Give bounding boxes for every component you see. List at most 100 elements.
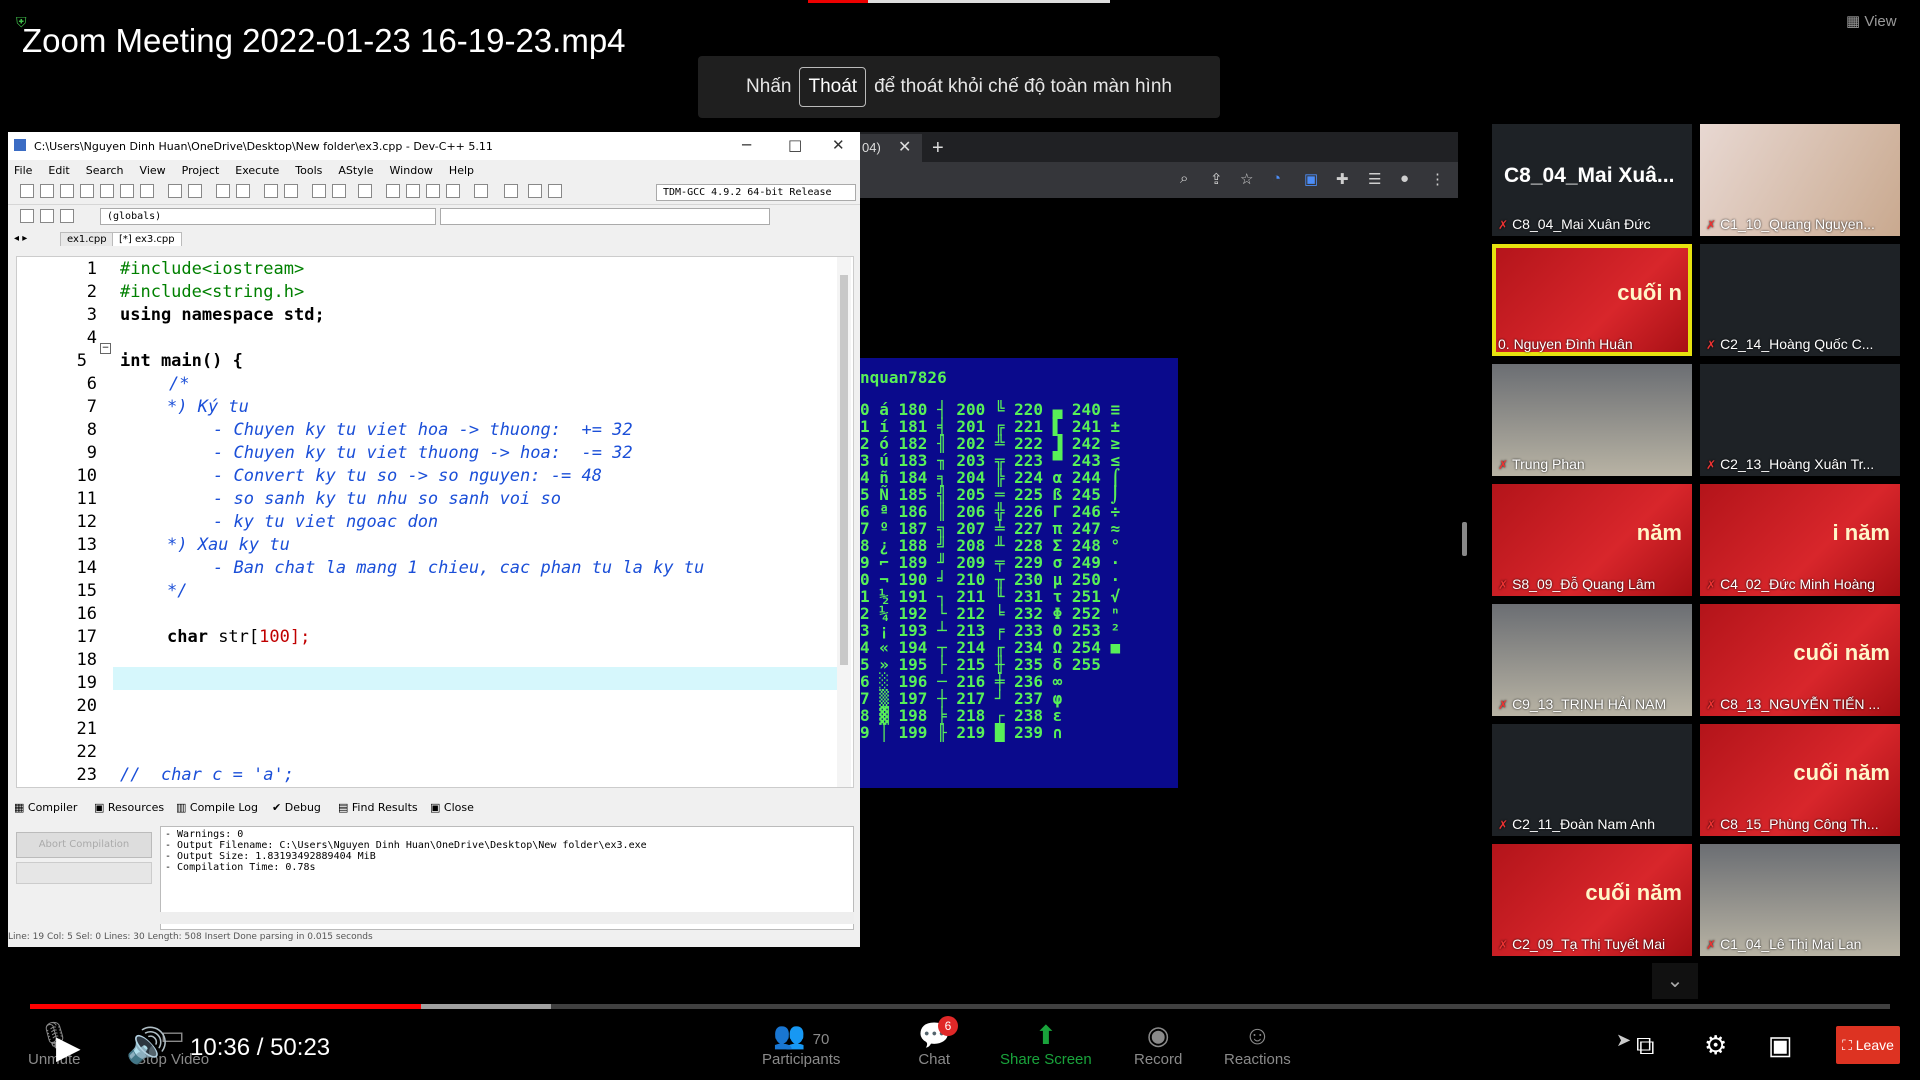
indent-icon[interactable] <box>264 184 278 198</box>
close-icon: ▣ <box>430 801 444 814</box>
tab-compile-log[interactable]: ▥ Compile Log <box>176 801 258 814</box>
tab-close[interactable]: ▣ Close <box>430 801 474 814</box>
share-icon[interactable]: ⇪ <box>1210 170 1223 188</box>
participants-button[interactable]: 👥 70 Participants <box>762 1020 840 1068</box>
translate-icon[interactable]: ▣ <box>1304 170 1318 188</box>
leave-button[interactable]: ⛶ Leave <box>1836 1026 1900 1064</box>
minimize-icon[interactable]: ─ <box>742 136 751 154</box>
close-file-icon[interactable] <box>100 184 114 198</box>
fold-toggle-icon[interactable]: − <box>100 343 111 354</box>
find-icon[interactable] <box>216 184 230 198</box>
chart-icon[interactable] <box>528 184 542 198</box>
more-icon[interactable]: ⋮ <box>1430 170 1445 188</box>
tiles-icon[interactable] <box>446 184 460 198</box>
participant-tile[interactable]: cuối năm ✗ C8_15_Phùng Công Th... <box>1700 724 1900 836</box>
participant-tile[interactable]: i năm ✗ C4_02_Đức Minh Hoàng <box>1700 484 1900 596</box>
new-tab-icon[interactable]: + <box>932 134 944 162</box>
menu-search[interactable]: Search <box>86 164 124 177</box>
menu-project[interactable]: Project <box>182 164 220 177</box>
participant-tile[interactable]: ✗ C1_10_Quang Nguyen... <box>1700 124 1900 236</box>
miniplayer-icon[interactable]: ▣ <box>1768 1030 1793 1061</box>
chevron-down-icon[interactable]: ⌄ <box>1652 963 1698 999</box>
insert-icon[interactable] <box>20 209 34 223</box>
abort-compilation-button[interactable]: Abort Compilation <box>16 832 152 858</box>
panels-icon[interactable] <box>426 184 440 198</box>
share-screen-button[interactable]: ⬆ Share Screen <box>1000 1020 1092 1068</box>
editor-scroll-thumb[interactable] <box>840 275 848 665</box>
close-all-icon[interactable] <box>120 184 134 198</box>
toggle-icon[interactable] <box>40 209 54 223</box>
tab-nav-arrows[interactable]: ◂ ▸ <box>14 233 27 244</box>
goto-icon[interactable] <box>60 209 74 223</box>
participant-tile[interactable]: ✗ C1_04_Lê Thị Mai Lan <box>1700 844 1900 956</box>
maximize-icon[interactable]: □ <box>788 136 802 154</box>
reactions-button[interactable]: ☺ Reactions <box>1224 1020 1291 1068</box>
window-titlebar[interactable]: C:\Users\Nguyen Dinh Huan\OneDrive\Deskt… <box>8 132 860 160</box>
view-button[interactable]: ▦ View <box>1846 12 1897 30</box>
menu-view[interactable]: View <box>140 164 166 177</box>
participant-tile[interactable]: ✗ C2_14_Hoàng Quốc C... <box>1700 244 1900 356</box>
print-icon[interactable] <box>140 184 154 198</box>
grid-icon[interactable] <box>386 184 400 198</box>
replace-icon[interactable] <box>236 184 250 198</box>
tab-ex3[interactable]: [*] ex3.cpp <box>112 232 182 246</box>
participant-tile[interactable]: ✗ C9_13_TRỊNH HẢI NAM <box>1492 604 1692 716</box>
menu-help[interactable]: Help <box>449 164 474 177</box>
star-icon[interactable]: ☆ <box>1240 170 1253 188</box>
debug-icon[interactable] <box>548 184 562 198</box>
back-icon[interactable] <box>312 184 326 198</box>
menu-edit[interactable]: Edit <box>48 164 69 177</box>
reading-list-icon[interactable]: ☰ <box>1368 170 1381 188</box>
extensions-icon[interactable]: ✚ <box>1336 170 1349 188</box>
menu-window[interactable]: Window <box>390 164 433 177</box>
class-browser-select[interactable]: (globals) <box>100 208 436 225</box>
tab-resources[interactable]: ▣ Resources <box>94 801 164 814</box>
chat-label: Chat <box>918 1051 951 1068</box>
browser-tab[interactable]: 04) <box>860 134 922 162</box>
participant-tile[interactable]: ✗ C2_13_Hoàng Xuân Tr... <box>1700 364 1900 476</box>
save-all-icon[interactable] <box>80 184 94 198</box>
menu-file[interactable]: File <box>14 164 32 177</box>
read-aloud-icon[interactable]: ◔ <box>1272 170 1281 187</box>
menu-astyle[interactable]: AStyle <box>338 164 373 177</box>
tab-debug[interactable]: ✔ Debug <box>272 801 321 814</box>
stop-icon[interactable] <box>504 184 518 198</box>
layout-icon[interactable] <box>406 184 420 198</box>
participant-name: ✗ S8_09_Đỗ Quang Lâm <box>1498 576 1655 592</box>
settings-icon[interactable]: ⚙ <box>1704 1030 1727 1061</box>
save-icon[interactable] <box>60 184 74 198</box>
volume-icon[interactable]: 🔊 <box>126 1026 168 1066</box>
new-file-icon[interactable] <box>20 184 34 198</box>
close-icon[interactable]: ✕ <box>832 136 845 154</box>
tab-ex1[interactable]: ex1.cpp <box>60 232 114 246</box>
compile-icon[interactable] <box>474 184 488 198</box>
profile-icon[interactable]: ● <box>1400 170 1409 187</box>
function-select[interactable] <box>440 208 770 225</box>
compiler-select[interactable]: TDM-GCC 4.9.2 64-bit Release <box>656 184 856 201</box>
participant-tile[interactable]: năm ✗ S8_09_Đỗ Quang Lâm <box>1492 484 1692 596</box>
undo-icon[interactable] <box>168 184 182 198</box>
code-editor[interactable]: 1 2 3 4 5 6 7 8 9 10 11 12 13 14 15 16 1… <box>16 256 854 788</box>
zoom-icon[interactable]: ⌕ <box>1180 170 1188 187</box>
participant-tile[interactable]: C8_04_Mai Xuâ... ✗ C8_04_Mai Xuân Đức <box>1492 124 1692 236</box>
participant-tile-active-speaker[interactable]: cuối n 0. Nguyen Đình Huân <box>1492 244 1692 356</box>
participant-tile[interactable]: cuối năm ✗ C2_09_Tạ Thị Tuyết Mai <box>1492 844 1692 956</box>
bookmark-icon[interactable] <box>358 184 372 198</box>
participant-tile[interactable]: ✗ Trung Phan <box>1492 364 1692 476</box>
log-scrollbar[interactable] <box>160 912 854 924</box>
participant-tile[interactable]: cuối năm ✗ C8_13_NGUYỄN TIẾN ... <box>1700 604 1900 716</box>
panel-resize-handle[interactable] <box>1462 522 1467 556</box>
open-file-icon[interactable] <box>40 184 54 198</box>
participant-tile[interactable]: ✗ C2_11_Đoàn Nam Anh <box>1492 724 1692 836</box>
tab-find-results[interactable]: ▤ Find Results <box>338 801 418 814</box>
forward-icon[interactable] <box>332 184 346 198</box>
record-button[interactable]: ◉ Record <box>1134 1020 1182 1068</box>
menu-tools[interactable]: Tools <box>295 164 322 177</box>
menu-execute[interactable]: Execute <box>235 164 279 177</box>
subtitles-icon[interactable]: ⧉ <box>1636 1030 1655 1062</box>
play-icon[interactable]: ▶ <box>56 1028 81 1066</box>
redo-icon[interactable] <box>188 184 202 198</box>
close-tab-icon[interactable]: ✕ <box>898 134 911 162</box>
tab-compiler[interactable]: ▦ Compiler <box>14 801 77 814</box>
unindent-icon[interactable] <box>284 184 298 198</box>
